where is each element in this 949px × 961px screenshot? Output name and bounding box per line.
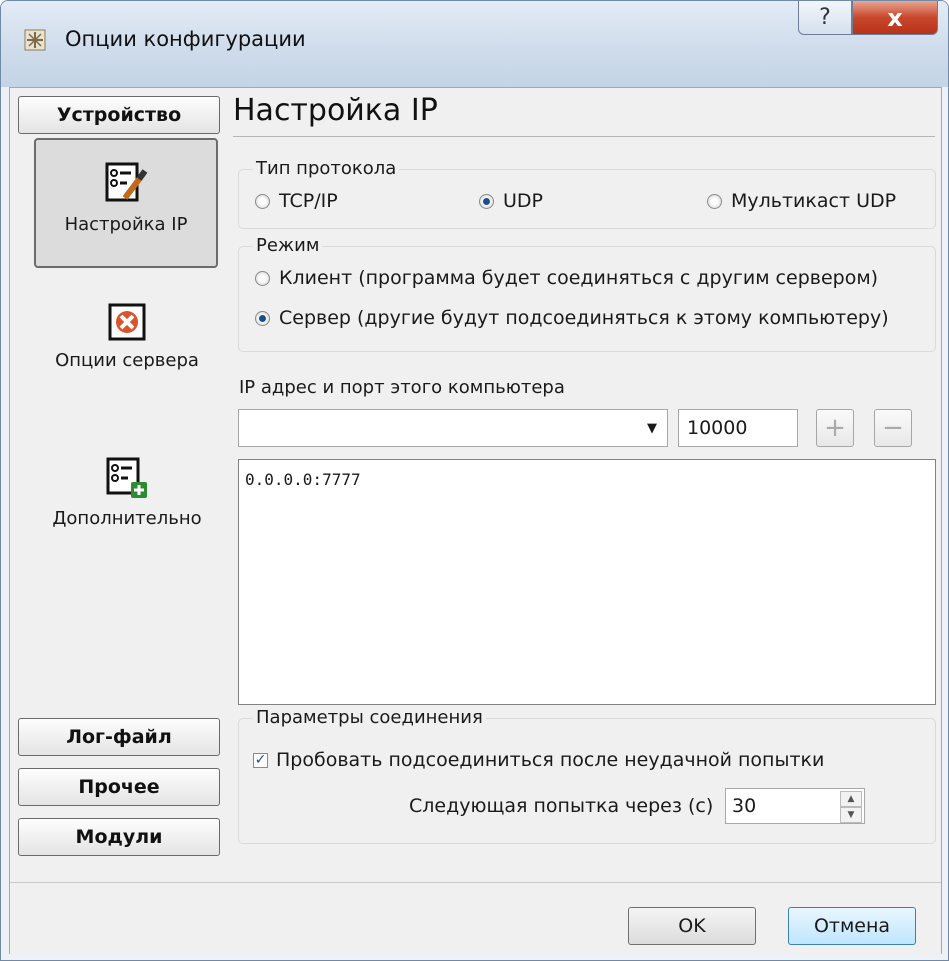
log-file-category-button[interactable]: Лог-файл — [18, 718, 220, 756]
retry-checkbox[interactable]: ✓ — [253, 752, 268, 768]
sidebar-item-advanced[interactable]: Дополнительно — [36, 456, 218, 529]
list-edit-icon — [105, 162, 148, 202]
radio-label: Сервер (другие будут подсоединяться к эт… — [279, 307, 889, 329]
radio-label: UDP — [503, 190, 543, 212]
header-divider — [233, 136, 935, 137]
radio-indicator[interactable] — [255, 193, 270, 209]
list-add-icon — [106, 457, 147, 498]
radio-server-mode[interactable]: Сервер (другие будут подсоединяться к эт… — [255, 307, 889, 329]
radio-tcp-ip[interactable]: TCP/IP — [255, 190, 338, 212]
plus-icon: + — [824, 413, 846, 443]
close-button[interactable]: x — [852, 1, 938, 35]
log-file-label: Лог-файл — [66, 726, 172, 748]
dialog-footer: OK Отмена — [10, 882, 941, 954]
sidebar-item-label: Дополнительно — [52, 508, 202, 529]
ok-button[interactable]: OK — [628, 907, 756, 945]
title-bar[interactable]: Опции конфигурации ? x — [1, 1, 948, 87]
app-icon — [24, 29, 46, 51]
radio-indicator[interactable] — [255, 270, 270, 286]
ok-label: OK — [678, 915, 706, 937]
chevron-down-icon[interactable]: ▼ — [647, 421, 657, 436]
mode-group-label: Режим — [253, 235, 323, 256]
device-category-label: Устройство — [56, 104, 182, 126]
server-x-icon — [108, 303, 146, 341]
help-icon: ? — [819, 5, 831, 30]
add-address-button[interactable]: + — [816, 409, 854, 447]
close-icon: x — [887, 3, 903, 32]
sidebar-item-server-options[interactable]: Опции сервера — [36, 302, 218, 371]
window-title: Опции конфигурации — [65, 27, 306, 51]
config-dialog: Опции конфигурации ? x Устройство Настро… — [0, 0, 949, 961]
protocol-group-label: Тип протокола — [253, 158, 400, 179]
radio-udp[interactable]: UDP — [479, 190, 543, 212]
port-value: 10000 — [687, 417, 748, 439]
list-item[interactable]: 0.0.0.0:7777 — [245, 470, 361, 489]
radio-indicator[interactable] — [707, 193, 722, 209]
remove-address-button[interactable]: − — [874, 409, 912, 447]
sidebar-item-label: Опции сервера — [55, 350, 199, 371]
device-category-button[interactable]: Устройство — [18, 96, 220, 134]
cancel-label: Отмена — [813, 915, 891, 937]
ip-section-label: IP адрес и порт этого компьютера — [239, 377, 565, 398]
radio-client-mode[interactable]: Клиент (программа будет соединяться с др… — [255, 267, 878, 289]
address-list[interactable]: 0.0.0.0:7777 — [238, 459, 936, 705]
other-category-button[interactable]: Прочее — [18, 768, 220, 806]
protocol-group: Тип протокола TCP/IP UDP Мультикаст UDP — [238, 158, 936, 229]
connection-group: Параметры соединения ✓ Пробовать подсоед… — [238, 707, 936, 844]
next-attempt-label: Следующая попытка через (с) — [409, 795, 714, 817]
spin-up-icon[interactable]: ▲ — [840, 791, 862, 807]
modules-label: Модули — [75, 826, 163, 848]
other-label: Прочее — [78, 776, 160, 798]
minus-icon: − — [882, 413, 904, 443]
retry-delay-value: 30 — [732, 795, 757, 817]
sidebar-item-ip-settings[interactable]: Настройка IP — [34, 138, 218, 268]
radio-indicator[interactable] — [255, 310, 270, 326]
help-button[interactable]: ? — [798, 1, 852, 35]
retry-checkbox-row[interactable]: ✓ Пробовать подсоединиться после неудачн… — [253, 749, 824, 771]
sidebar-item-label: Настройка IP — [64, 214, 188, 235]
modules-category-button[interactable]: Модули — [18, 818, 220, 856]
retry-delay-spinner[interactable]: 30 ▲ ▼ — [725, 788, 865, 824]
port-input[interactable]: 10000 — [678, 409, 798, 447]
dialog-client-area: Устройство Настройка IP Опции сервера До… — [9, 87, 942, 954]
radio-multicast-udp[interactable]: Мультикаст UDP — [707, 190, 896, 212]
cancel-button[interactable]: Отмена — [788, 907, 916, 945]
radio-label: Мультикаст UDP — [731, 190, 897, 212]
ip-address-combobox[interactable]: ▼ — [238, 409, 668, 447]
radio-label: Клиент (программа будет соединяться с др… — [279, 267, 879, 289]
radio-indicator[interactable] — [479, 193, 494, 209]
page-title: Настройка IP — [233, 93, 438, 128]
spin-down-icon[interactable]: ▼ — [840, 807, 862, 823]
connection-group-label: Параметры соединения — [253, 707, 486, 728]
retry-label: Пробовать подсоединиться после неудачной… — [276, 749, 825, 771]
mode-group: Режим Клиент (программа будет соединятьс… — [238, 235, 936, 352]
radio-label: TCP/IP — [279, 190, 338, 212]
